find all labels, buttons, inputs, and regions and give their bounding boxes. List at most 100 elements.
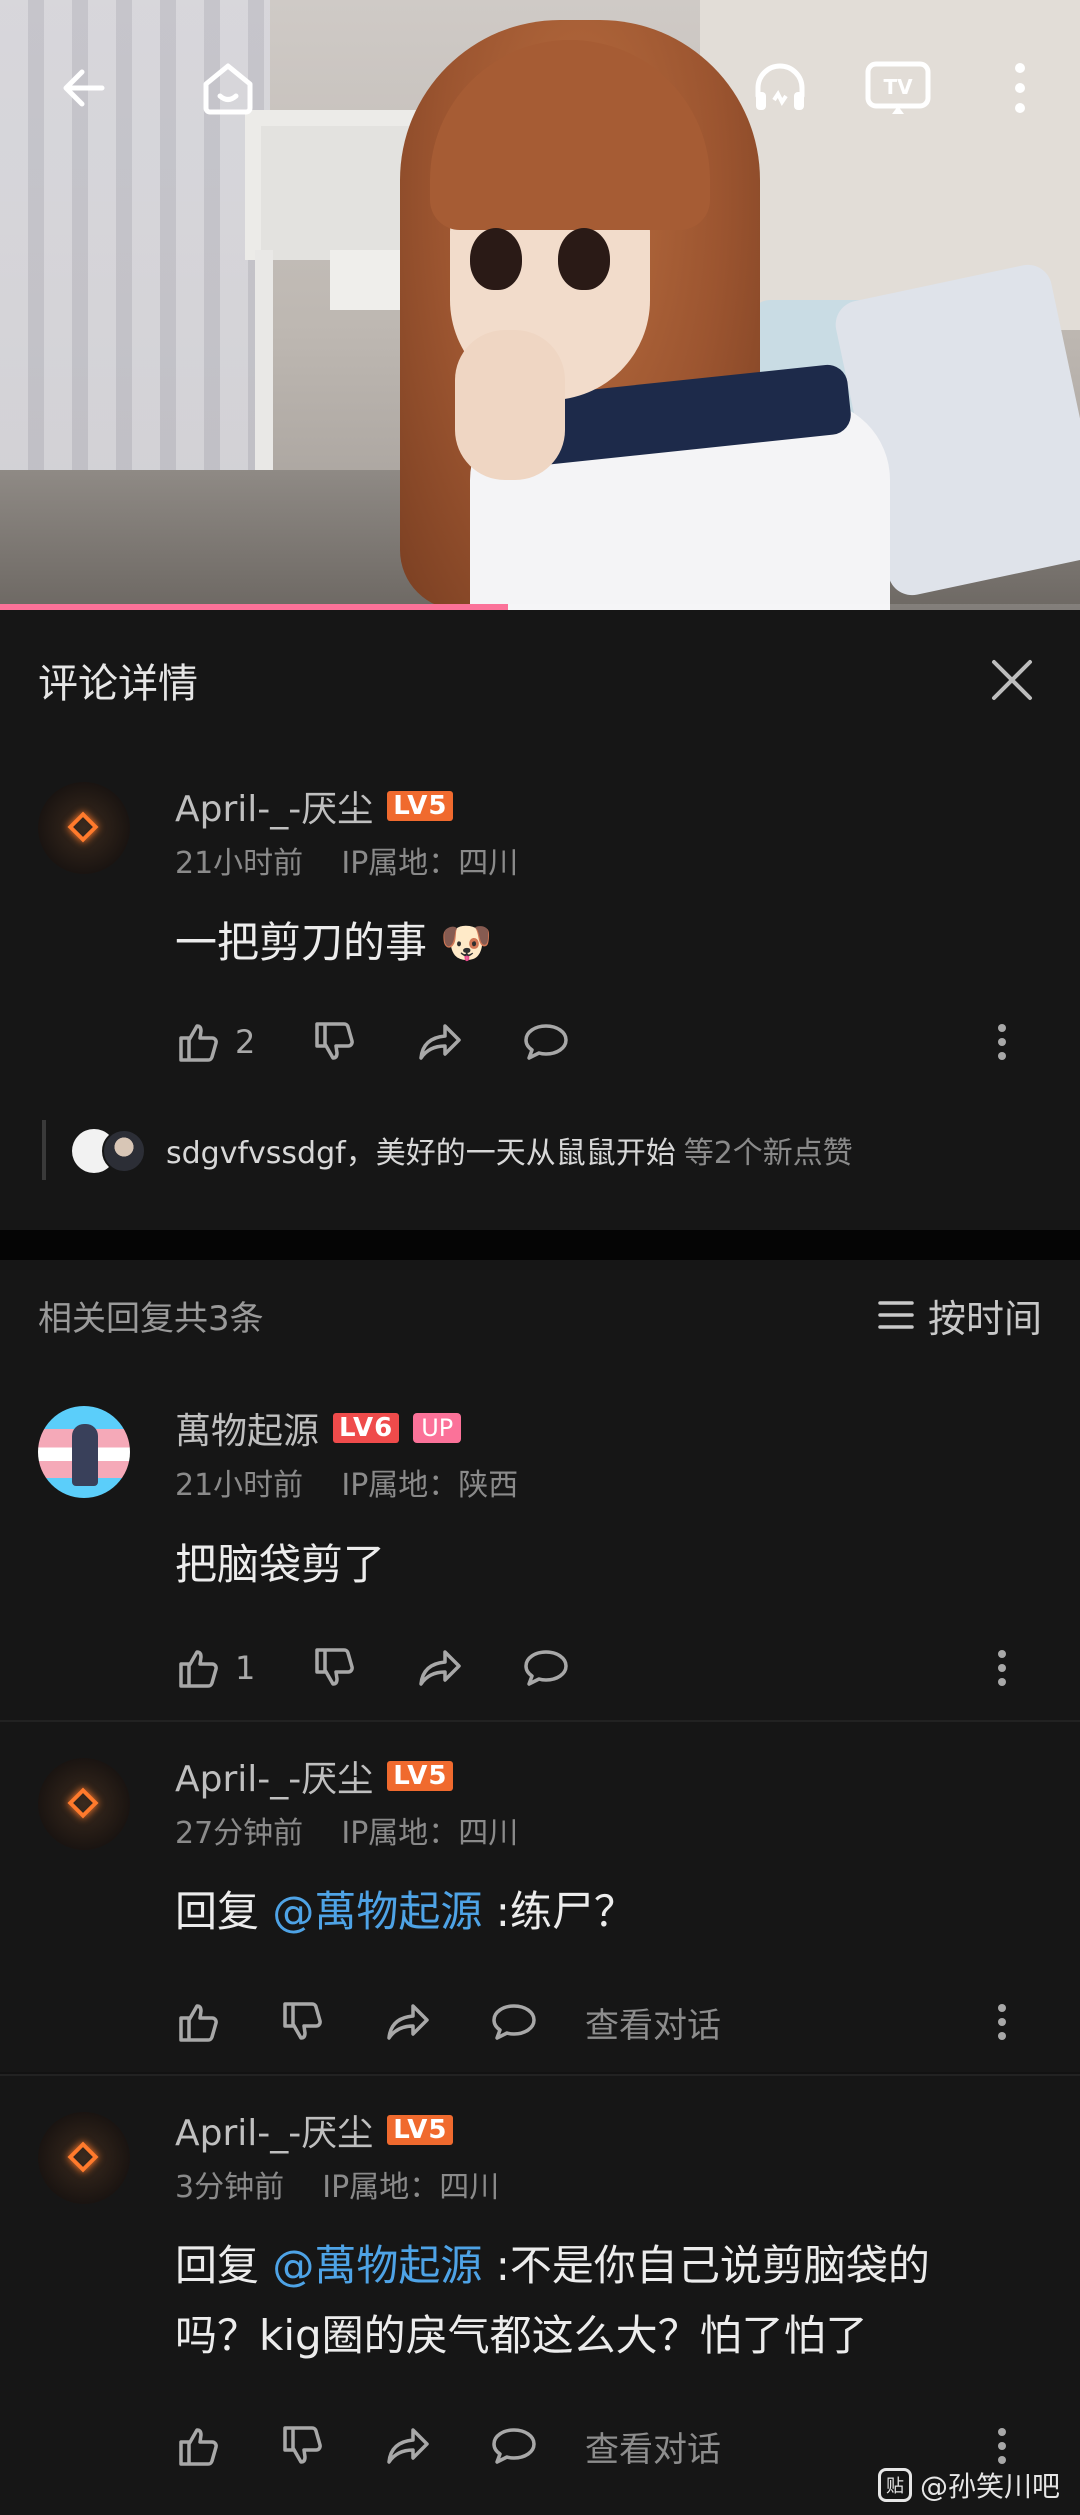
comment-body: 一把剪刀的事 xyxy=(175,918,428,967)
ip-location: IP属地：陕西 xyxy=(341,1468,519,1503)
like-count: 2 xyxy=(235,1023,256,1061)
speech-bubble-icon xyxy=(524,1650,569,1686)
level-badge: LV5 xyxy=(387,791,454,821)
share-icon xyxy=(387,2004,429,2040)
comment-body: :练尸？ xyxy=(482,1887,636,1936)
comment-time: 21小时前 xyxy=(175,1468,304,1503)
dislike-button[interactable] xyxy=(279,1992,327,2052)
avatar[interactable] xyxy=(38,1406,130,1498)
reply-prefix: 回复 xyxy=(175,1887,273,1936)
share-icon xyxy=(419,1650,462,1686)
more-vertical-icon[interactable] xyxy=(980,48,1060,128)
comment-meta: 3分钟前 IP属地：四川 xyxy=(175,2162,499,2206)
more-options-icon[interactable] xyxy=(982,1012,1022,1072)
reply-button[interactable] xyxy=(521,1638,571,1698)
replies-header: 相关回复共3条 按时间 xyxy=(0,1260,1080,1370)
reply-prefix: 回复 xyxy=(175,2241,273,2290)
back-arrow-icon[interactable] xyxy=(44,48,124,128)
username[interactable]: April-_-厌尘 xyxy=(175,780,373,832)
comment-body: 把脑袋剪了 xyxy=(175,1540,386,1589)
watermark-text: @孙笑川吧 xyxy=(919,2470,1060,2503)
thumbs-down-icon xyxy=(283,2426,322,2464)
avatar[interactable] xyxy=(38,1758,130,1850)
reply-button[interactable] xyxy=(489,1992,539,2052)
thumbs-up-icon xyxy=(179,2428,218,2466)
thumbs-down-icon xyxy=(315,1022,355,1060)
reply-item: April-_-厌尘 LV5 27分钟前 IP属地：四川 回复 @萬物起源 :练… xyxy=(0,1722,1080,2072)
level-badge: LV5 xyxy=(387,1761,454,1791)
list-sort-icon xyxy=(878,1301,914,1329)
thumbs-up-icon xyxy=(179,1024,218,1062)
like-button[interactable] xyxy=(175,1992,223,2052)
comment-actions: 查看对话 xyxy=(175,1992,1042,2052)
reply-count: 相关回复共3条 xyxy=(38,1298,264,1339)
liker-avatars xyxy=(72,1125,162,1175)
comment-meta: 27分钟前 IP属地：四川 xyxy=(175,1808,518,1852)
like-button[interactable] xyxy=(175,2416,223,2476)
view-conversation-link[interactable]: 查看对话 xyxy=(585,1998,721,2047)
section-separator xyxy=(0,1230,1080,1260)
sort-label: 按时间 xyxy=(927,1296,1042,1341)
thumbs-up-icon xyxy=(179,1650,218,1688)
ip-location: IP属地：四川 xyxy=(341,1816,519,1851)
video-player[interactable]: TV xyxy=(0,0,1080,610)
username[interactable]: 萬物起源 xyxy=(175,1402,319,1454)
share-button[interactable] xyxy=(415,1012,465,1072)
comment-text: 回复 @萬物起源 :练尸？ xyxy=(175,1877,1005,1947)
ip-location: IP属地：四川 xyxy=(341,846,519,881)
mention-link[interactable]: @萬物起源 xyxy=(272,1887,482,1936)
reply-button[interactable] xyxy=(489,2416,539,2476)
comment-time: 21小时前 xyxy=(175,846,304,881)
comment-meta: 21小时前 IP属地：四川 xyxy=(175,838,518,882)
up-badge: UP xyxy=(413,1413,462,1443)
comment-text: 回复 @萬物起源 :不是你自己说剪脑袋的吗？kig圈的戾气都这么大？怕了怕了 xyxy=(175,2231,1005,2371)
thumbs-up-icon xyxy=(179,2004,218,2042)
like-count: 1 xyxy=(235,1649,256,1687)
username[interactable]: April-_-厌尘 xyxy=(175,2104,373,2156)
panel-title: 评论详情 xyxy=(38,661,198,707)
dislike-button[interactable] xyxy=(279,2416,327,2476)
tieba-logo-icon: 贴 xyxy=(877,2468,912,2502)
liker-extra-count: 等2个新点赞 xyxy=(683,1136,853,1171)
more-options-icon[interactable] xyxy=(982,1992,1022,2052)
comment-actions: 2 xyxy=(175,1012,1042,1072)
level-badge: LV6 xyxy=(333,1413,400,1443)
more-options-icon[interactable] xyxy=(982,1638,1022,1698)
view-conversation-link[interactable]: 查看对话 xyxy=(585,2422,721,2471)
home-icon[interactable] xyxy=(188,48,268,128)
thumbs-down-icon xyxy=(315,1648,355,1686)
share-button[interactable] xyxy=(383,2416,433,2476)
comment-time: 3分钟前 xyxy=(175,2170,285,2205)
svg-text:TV: TV xyxy=(883,75,913,99)
close-icon[interactable] xyxy=(982,650,1042,710)
share-button[interactable] xyxy=(415,1638,465,1698)
share-button[interactable] xyxy=(383,1992,433,2052)
comment-meta: 21小时前 IP属地：陕西 xyxy=(175,1460,518,1504)
reply-button[interactable] xyxy=(521,1012,571,1072)
reply-item: 萬物起源 LV6 UP 21小时前 IP属地：陕西 把脑袋剪了 1 xyxy=(0,1370,1080,1720)
like-button[interactable]: 2 xyxy=(175,1012,255,1072)
mention-link[interactable]: @萬物起源 xyxy=(272,2241,482,2290)
comment-time: 27分钟前 xyxy=(175,1816,304,1851)
sort-by-time-button[interactable]: 按时间 xyxy=(878,1288,1042,1343)
new-likes-row[interactable]: sdgvfvssdgf，美好的一天从鼠鼠开始 等2个新点赞 xyxy=(42,1120,1042,1180)
comment-text: 一把剪刀的事 🐶 xyxy=(175,908,1005,978)
dislike-button[interactable] xyxy=(311,1012,359,1072)
avatar[interactable] xyxy=(38,2112,130,2204)
reply-item: April-_-厌尘 LV5 3分钟前 IP属地：四川 回复 @萬物起源 :不是… xyxy=(0,2076,1080,2515)
comment-actions: 1 xyxy=(175,1638,1042,1698)
dislike-button[interactable] xyxy=(311,1638,359,1698)
like-button[interactable]: 1 xyxy=(175,1638,255,1698)
watermark: 贴 @孙笑川吧 xyxy=(877,2465,1060,2505)
doge-emoji-icon: 🐶 xyxy=(440,918,493,967)
thumbs-down-icon xyxy=(283,2002,322,2040)
speech-bubble-icon xyxy=(524,1024,569,1060)
headphones-icon[interactable] xyxy=(740,48,820,128)
liker-names: sdgvfvssdgf，美好的一天从鼠鼠开始 xyxy=(166,1136,676,1171)
username[interactable]: April-_-厌尘 xyxy=(175,1750,373,1802)
share-icon xyxy=(387,2428,429,2464)
avatar[interactable] xyxy=(38,782,130,874)
ip-location: IP属地：四川 xyxy=(322,2170,500,2205)
speech-bubble-icon xyxy=(492,2004,536,2040)
tv-cast-icon[interactable]: TV xyxy=(858,48,938,128)
